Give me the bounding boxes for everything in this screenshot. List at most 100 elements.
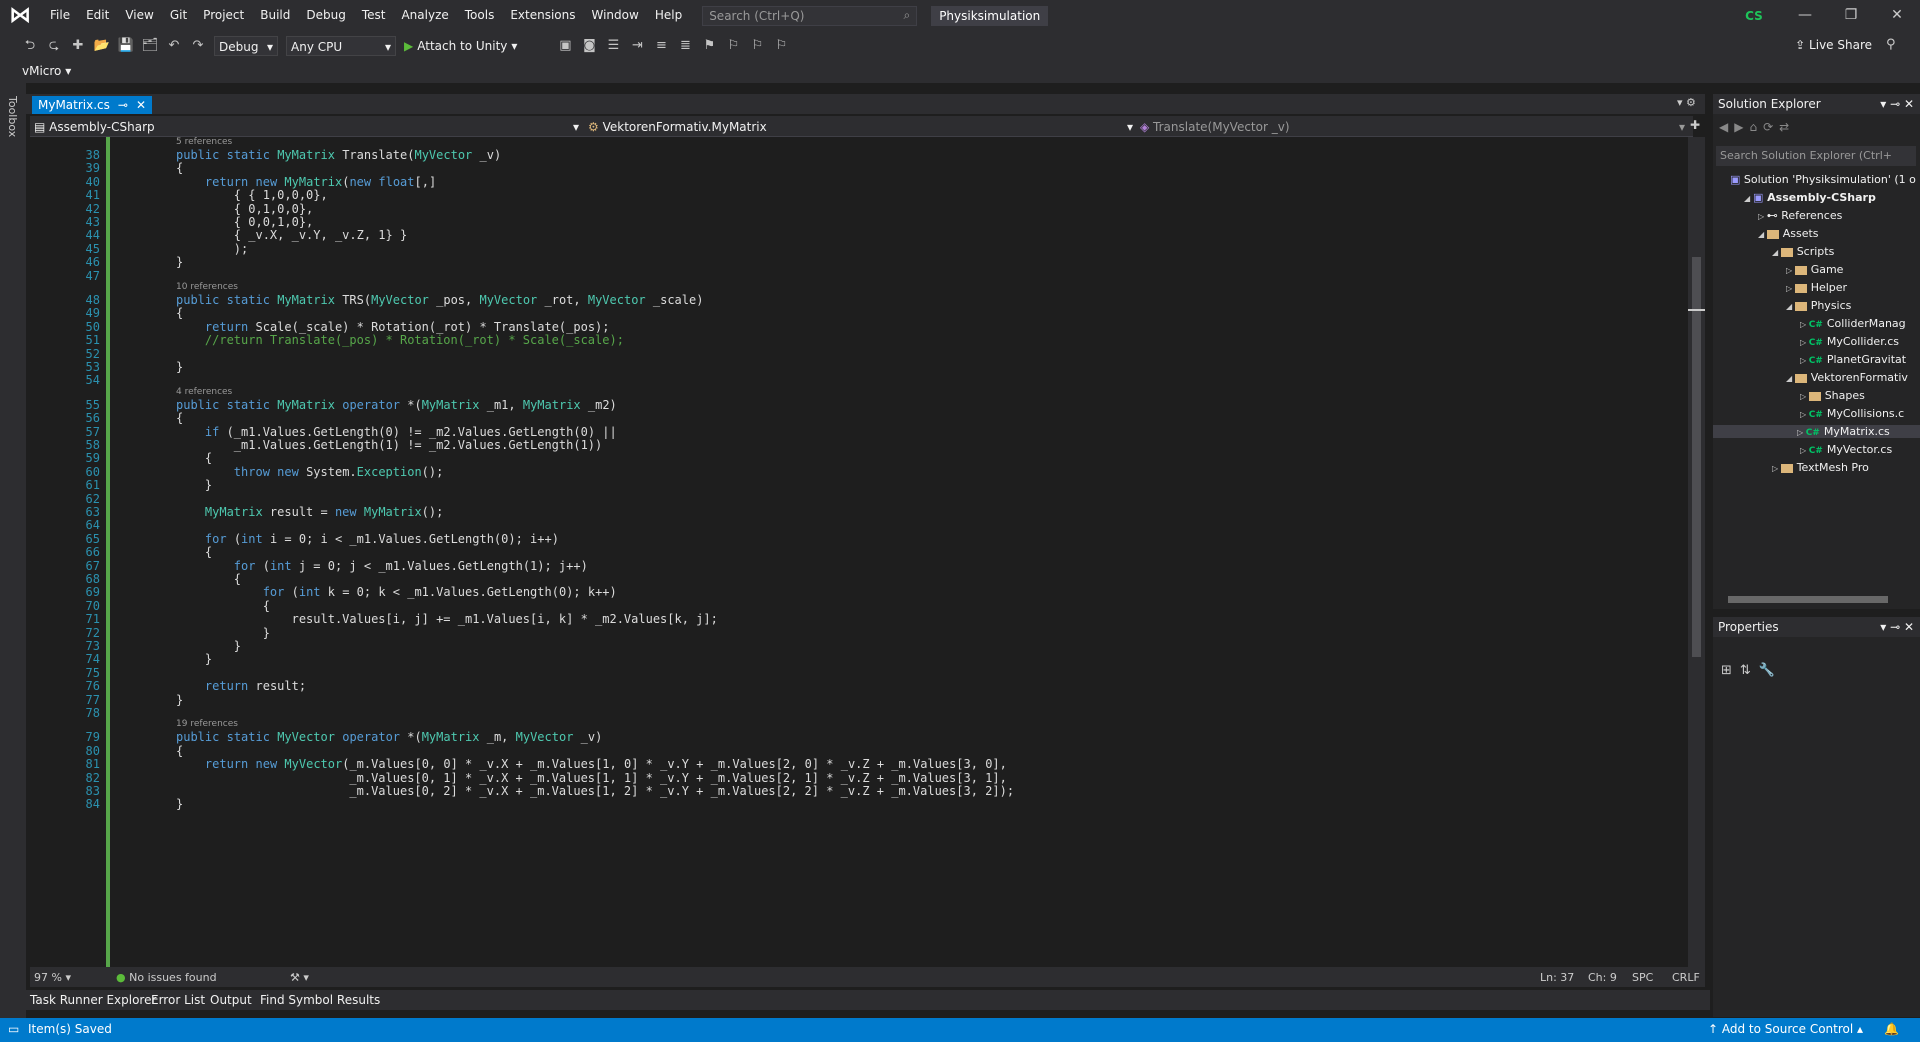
code-line[interactable]: } [176, 478, 212, 492]
tree-item[interactable]: ▷ C# PlanetGravitat [1800, 353, 1906, 366]
menu-edit[interactable]: Edit [78, 0, 117, 31]
zoom-select[interactable]: 97 % ▾ [34, 971, 71, 984]
tree-item[interactable]: ▷ C# MyVector.cs [1800, 443, 1892, 456]
project-dropdown[interactable]: ▤ Assembly-CSharp ▾ [34, 118, 579, 136]
notifications-icon[interactable]: 🔔 [1884, 1022, 1899, 1036]
code-line[interactable]: { [176, 306, 183, 320]
code-line[interactable]: for (int k = 0; k < _m1.Values.GetLength… [176, 585, 617, 599]
expand-open-icon[interactable]: ◢ [1744, 194, 1753, 203]
code-line[interactable]: { [176, 411, 183, 425]
code-line[interactable]: ); [176, 242, 248, 256]
tree-item[interactable]: ◢ ▣ Assembly-CSharp [1744, 191, 1876, 204]
code-lens-references[interactable]: 19 references [176, 719, 238, 729]
split-icon[interactable]: ✚ [1690, 118, 1700, 132]
tree-item[interactable]: ▷ Game [1786, 263, 1843, 276]
new-project-icon[interactable]: ✚ [68, 36, 88, 56]
attach-to-unity-button[interactable]: ▶ Attach to Unity ▾ [404, 39, 517, 53]
tree-item[interactable]: ▷ C# MyMatrix.cs [1713, 425, 1920, 438]
vertical-scrollbar[interactable] [1688, 137, 1705, 967]
expand-open-icon[interactable]: ◢ [1786, 374, 1795, 383]
tree-item[interactable]: ▷ C# MyCollider.cs [1800, 335, 1899, 348]
back-icon[interactable]: ⮌ [20, 36, 40, 56]
expand-closed-icon[interactable]: ▷ [1800, 446, 1809, 455]
folder-icon[interactable]: ▣ [555, 36, 575, 56]
tab-error-list[interactable]: Error List [151, 993, 205, 1007]
menu-window[interactable]: Window [584, 0, 647, 31]
properties-toolbar-icons[interactable]: ⊞⇅🔧 [1721, 663, 1783, 678]
code-line[interactable]: return Scale(_scale) * Rotation(_rot) * … [176, 320, 610, 334]
tab-close-icon[interactable]: ✕ [136, 96, 146, 114]
code-line[interactable]: MyMatrix result = new MyMatrix(); [176, 505, 443, 519]
code-line[interactable]: public static MyVector operator *(MyMatr… [176, 730, 602, 744]
expand-closed-icon[interactable]: ▷ [1772, 464, 1781, 473]
bookmark-icon[interactable]: ⚑ [699, 36, 719, 56]
code-line[interactable]: return new MyMatrix(new float[,] [176, 175, 436, 189]
uncomment-icon[interactable]: ≣ [675, 36, 695, 56]
indent-icon[interactable]: ⇥ [627, 36, 647, 56]
panel-controls-icon[interactable]: ▾ ⊸ ✕ [1880, 94, 1914, 114]
code-line[interactable]: { [176, 572, 241, 586]
menu-extensions[interactable]: Extensions [502, 0, 583, 31]
code-line[interactable]: } [176, 797, 183, 811]
code-lens-references[interactable]: 4 references [176, 387, 232, 397]
cleanup-icon[interactable]: ⚒ ▾ [290, 971, 309, 984]
expand-closed-icon[interactable]: ▷ [1800, 392, 1809, 401]
expand-closed-icon[interactable]: ▷ [1800, 320, 1809, 329]
align-icon[interactable]: ☰ [603, 36, 623, 56]
tree-item[interactable]: ▷ ⊷ References [1758, 209, 1842, 222]
save-icon[interactable]: 💾 [116, 36, 136, 56]
tree-item[interactable]: ◢ Physics [1786, 299, 1851, 312]
tree-item[interactable]: ▷ C# ColliderManag [1800, 317, 1906, 330]
close-icon[interactable]: ✕ [1874, 0, 1920, 31]
solution-search-input[interactable]: Search Solution Explorer (Ctrl+ [1716, 146, 1916, 166]
properties-controls-icon[interactable]: ▾ ⊸ ✕ [1880, 617, 1914, 637]
expand-closed-icon[interactable]: ▷ [1800, 356, 1809, 365]
open-file-icon[interactable]: 📂 [92, 36, 112, 56]
properties-object-select[interactable] [1713, 639, 1920, 657]
forward-icon[interactable]: ⮎ [44, 36, 64, 56]
tree-item[interactable]: ◢ VektorenFormativ [1786, 371, 1908, 384]
code-line[interactable]: } [176, 626, 270, 640]
menu-help[interactable]: Help [647, 0, 690, 31]
tree-item[interactable]: ▣ Solution 'Physiksimulation' (1 o [1730, 173, 1916, 186]
code-line[interactable]: if (_m1.Values.GetLength(0) != _m2.Value… [176, 425, 617, 439]
code-line[interactable]: public static MyMatrix operator *(MyMatr… [176, 398, 617, 412]
tree-item[interactable]: ▷ Shapes [1800, 389, 1865, 402]
code-line[interactable]: { [176, 161, 183, 175]
feedback-icon[interactable]: ⚲ [1886, 37, 1896, 52]
code-line[interactable]: public static MyMatrix TRS(MyVector _pos… [176, 293, 703, 307]
menu-test[interactable]: Test [354, 0, 394, 31]
code-line[interactable]: _m1.Values.GetLength(1) != _m2.Values.Ge… [176, 438, 602, 452]
code-line[interactable]: { [176, 744, 183, 758]
menu-view[interactable]: View [117, 0, 161, 31]
tree-item[interactable]: ▷ Helper [1786, 281, 1847, 294]
live-share-button[interactable]: ⇪ Live Share [1795, 38, 1872, 52]
menu-tools[interactable]: Tools [457, 0, 503, 31]
code-line[interactable]: _m.Values[0, 2] * _v.X + _m.Values[1, 2]… [176, 784, 1014, 798]
code-line[interactable]: //return Translate(_pos) * Rotation(_rot… [176, 333, 624, 347]
class-dropdown[interactable]: ⚙ VektorenFormativ.MyMatrix ▾ [588, 118, 1133, 136]
code-line[interactable]: } [176, 360, 183, 374]
tree-item[interactable]: ▷ C# MyCollisions.c [1800, 407, 1904, 420]
whitespace-indicator[interactable]: SPC [1632, 971, 1653, 984]
code-editor[interactable]: 5 references 38 public static MyMatrix Tra… [86, 137, 1682, 967]
code-line[interactable]: return new MyVector(_m.Values[0, 0] * _v… [176, 757, 1007, 771]
expand-open-icon[interactable]: ◢ [1786, 302, 1795, 311]
code-line[interactable]: { 0,0,1,0}, [176, 215, 313, 229]
member-dropdown[interactable]: ◈ Translate(MyVector _v) ▾ [1140, 118, 1685, 136]
se-horizontal-scrollbar[interactable] [1716, 592, 1914, 606]
toolbox-tab[interactable]: Toolbox [6, 96, 19, 137]
expand-closed-icon[interactable]: ▷ [1797, 428, 1806, 437]
comment-icon[interactable]: ≡ [651, 36, 671, 56]
visual-studio-logo-icon[interactable]: ⋈ [8, 3, 32, 28]
tree-item[interactable]: ◢ Scripts [1772, 245, 1834, 258]
menu-file[interactable]: File [42, 0, 78, 31]
expand-open-icon[interactable]: ◢ [1772, 248, 1781, 257]
expand-closed-icon[interactable]: ▷ [1758, 212, 1767, 221]
expand-closed-icon[interactable]: ▷ [1800, 410, 1809, 419]
minimize-icon[interactable]: — [1782, 0, 1828, 31]
tab-task-runner-explorer[interactable]: Task Runner Explorer [30, 993, 156, 1007]
configuration-select[interactable]: Debug ▾ [214, 36, 278, 56]
expand-closed-icon[interactable]: ▷ [1786, 284, 1795, 293]
code-lens-references[interactable]: 10 references [176, 282, 238, 292]
